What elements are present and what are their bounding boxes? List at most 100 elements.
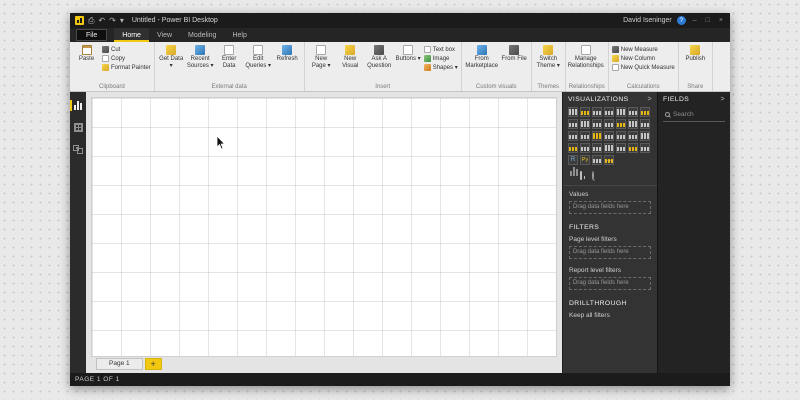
manage-relationships-button[interactable]: Manage Relationships xyxy=(568,44,604,70)
minimize-icon[interactable]: – xyxy=(691,17,699,24)
get-data-button[interactable]: Get Data ▾ xyxy=(158,44,185,70)
scatter-chart-icon[interactable] xyxy=(640,119,650,129)
python-visual-icon[interactable]: Py xyxy=(580,155,590,165)
new-measure-button[interactable]: New Measure xyxy=(611,46,675,53)
tab-view[interactable]: View xyxy=(149,28,180,42)
add-page-button[interactable]: + xyxy=(144,358,162,370)
copy-button[interactable]: Copy xyxy=(102,55,151,62)
shapes-button[interactable]: Shapes ▾ xyxy=(423,64,458,71)
search-input[interactable] xyxy=(673,111,721,118)
map-icon[interactable] xyxy=(604,131,614,141)
tab-modeling[interactable]: Modeling xyxy=(180,28,224,42)
waterfall-chart-icon[interactable] xyxy=(628,119,638,129)
copy-icon xyxy=(102,55,109,62)
values-label: Values xyxy=(569,191,589,198)
undo-icon[interactable]: ↶ xyxy=(98,16,105,25)
new-column-button[interactable]: New Column xyxy=(611,55,675,62)
clustered-bar-chart-icon[interactable] xyxy=(592,107,602,117)
save-icon[interactable]: ⎙ xyxy=(88,16,94,25)
multi-row-card-icon[interactable] xyxy=(592,143,602,153)
ribbon-group-custom-visuals: From Marketplace From File Custom visual… xyxy=(462,42,532,91)
switch-theme-button[interactable]: Switch Theme ▾ xyxy=(535,44,562,70)
group-label-custom-visuals: Custom visuals xyxy=(475,84,517,90)
image-icon xyxy=(423,55,431,62)
collapse-fields-icon[interactable]: > xyxy=(721,96,726,103)
fields-title: FIELDS xyxy=(663,96,690,103)
pie-chart-icon[interactable] xyxy=(568,131,578,141)
table-icon[interactable] xyxy=(628,143,638,153)
kpi-icon[interactable] xyxy=(604,143,614,153)
treemap-icon[interactable] xyxy=(592,131,602,141)
shapes-label: Shapes ▾ xyxy=(432,65,458,71)
ask-a-question-button[interactable]: Ask A Question xyxy=(366,44,393,70)
report-level-filters-dropzone[interactable]: Drag data fields here xyxy=(569,277,651,290)
redo-icon[interactable]: ↷ xyxy=(109,16,116,25)
values-dropzone[interactable]: Drag data fields here xyxy=(569,201,651,214)
get-data-icon xyxy=(166,45,177,55)
text-box-button[interactable]: Text box xyxy=(423,46,458,53)
format-pane-tab[interactable] xyxy=(580,171,582,182)
buttons-button[interactable]: Buttons ▾ xyxy=(395,44,422,63)
group-label-share: Share xyxy=(687,84,704,90)
new-visual-button[interactable]: New Visual xyxy=(337,44,364,70)
gauge-icon[interactable] xyxy=(568,143,578,153)
from-marketplace-button[interactable]: From Marketplace xyxy=(465,44,499,70)
recent-sources-button[interactable]: Recent Sources ▾ xyxy=(187,44,214,70)
line-chart-icon[interactable] xyxy=(640,107,650,117)
line-clustered-column-chart-icon[interactable] xyxy=(592,119,602,129)
cut-button[interactable]: Cut xyxy=(102,46,151,53)
signed-in-user[interactable]: David Iseninger xyxy=(623,17,672,24)
visualizations-panel: VISUALIZATIONS > R Py … Values Drag data f… xyxy=(562,92,657,373)
donut-chart-icon[interactable] xyxy=(580,131,590,141)
r-script-visual-icon[interactable]: R xyxy=(568,155,578,165)
new-quick-measure-button[interactable]: New Quick Measure xyxy=(611,64,675,71)
group-label-calculations: Calculations xyxy=(626,84,660,90)
tab-help[interactable]: Help xyxy=(224,28,254,42)
page-tab[interactable]: Page 1 xyxy=(96,358,143,370)
quick-access-caret-icon[interactable]: ▾ xyxy=(120,16,124,25)
ribbon-chart-icon[interactable] xyxy=(616,119,626,129)
stacked-area-chart-icon[interactable] xyxy=(580,119,590,129)
file-menu-button[interactable]: File xyxy=(76,29,108,41)
more-options-icon[interactable]: … xyxy=(604,155,614,165)
analytics-pane-tab[interactable] xyxy=(592,171,594,182)
arcgis-map-icon[interactable] xyxy=(592,155,602,165)
report-view-button[interactable] xyxy=(70,99,86,112)
stacked-bar-chart-icon[interactable] xyxy=(568,107,578,117)
fields-panel: FIELDS > xyxy=(657,92,730,373)
line-stacked-column-chart-icon[interactable] xyxy=(604,119,614,129)
funnel-icon[interactable] xyxy=(640,131,650,141)
paste-button[interactable]: Paste xyxy=(73,44,100,63)
card-icon[interactable] xyxy=(580,143,590,153)
copy-label: Copy xyxy=(111,55,126,62)
viz-subtabs xyxy=(563,166,657,186)
maximize-icon[interactable]: □ xyxy=(704,17,712,24)
filled-map-icon[interactable] xyxy=(616,131,626,141)
hundred-stacked-bar-chart-icon[interactable] xyxy=(616,107,626,117)
stacked-column-chart-icon[interactable] xyxy=(580,107,590,117)
hundred-stacked-column-chart-icon[interactable] xyxy=(628,107,638,117)
close-icon[interactable]: × xyxy=(717,17,725,24)
tab-home[interactable]: Home xyxy=(114,28,149,42)
report-canvas[interactable] xyxy=(92,98,556,356)
image-button[interactable]: Image xyxy=(423,55,458,62)
collapse-visualizations-icon[interactable]: > xyxy=(648,96,653,103)
clustered-column-chart-icon[interactable] xyxy=(604,107,614,117)
enter-data-button[interactable]: Enter Data xyxy=(216,44,243,70)
page-level-filters-dropzone[interactable]: Drag data fields here xyxy=(569,246,651,259)
new-page-button[interactable]: New Page ▾ xyxy=(308,44,335,70)
area-chart-icon[interactable] xyxy=(568,119,578,129)
matrix-icon[interactable] xyxy=(640,143,650,153)
edit-queries-button[interactable]: Edit Queries ▾ xyxy=(245,44,272,70)
from-file-button[interactable]: From File xyxy=(501,44,528,63)
help-icon[interactable]: ? xyxy=(676,16,686,25)
format-painter-button[interactable]: Format Painter xyxy=(102,64,151,71)
shape-map-icon[interactable] xyxy=(628,131,638,141)
refresh-button[interactable]: Refresh xyxy=(274,44,301,63)
publish-label: Publish xyxy=(685,56,706,62)
model-view-button[interactable] xyxy=(70,143,86,156)
shapes-icon xyxy=(423,64,431,71)
publish-button[interactable]: Publish xyxy=(682,44,709,63)
slicer-icon[interactable] xyxy=(616,143,626,153)
data-view-button[interactable] xyxy=(70,121,86,134)
